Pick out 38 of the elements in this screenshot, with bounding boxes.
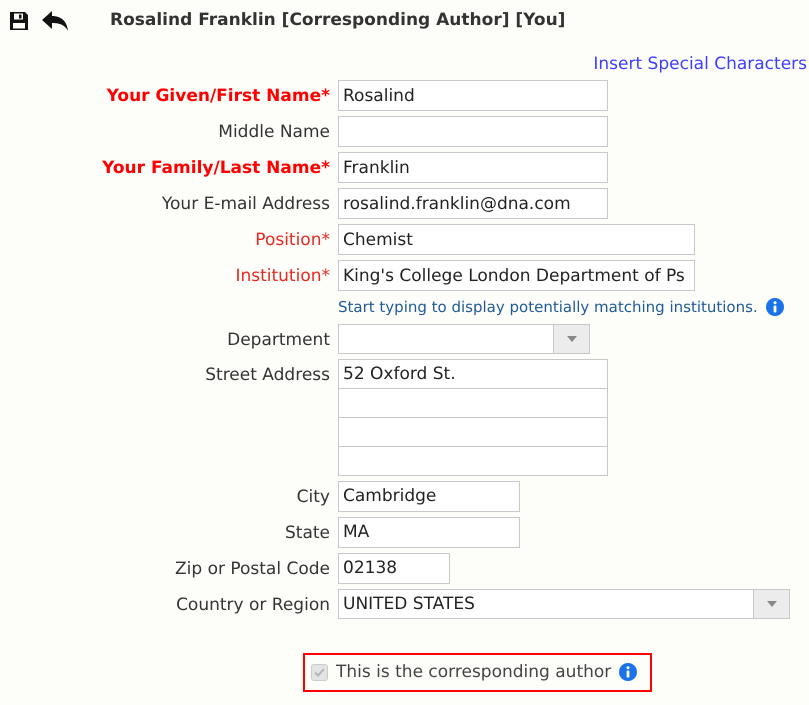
field-label: Country or Region <box>176 594 330 616</box>
input-field[interactable]: 02138 <box>338 552 450 584</box>
input-field[interactable]: Cambridge <box>338 480 520 512</box>
input-field[interactable]: 52 Oxford St. <box>338 358 608 388</box>
reply-arrow-icon[interactable] <box>42 10 68 31</box>
author-title: Rosalind Franklin [Corresponding Author] [You] <box>110 9 566 32</box>
input-field[interactable]: Franklin <box>338 152 608 183</box>
input-field[interactable]: King's College London Department of Ps <box>338 260 695 291</box>
field-label: Your Family/Last Name* <box>102 157 330 180</box>
input-field[interactable] <box>338 416 608 446</box>
save-icon[interactable] <box>8 10 30 32</box>
checkbox-label: This is the corresponding author <box>336 660 612 684</box>
caret-icon <box>566 336 576 342</box>
field-label: Middle Name <box>218 121 330 144</box>
input-field[interactable]: MA <box>338 516 520 548</box>
field-label: Your E-mail Address <box>162 193 330 216</box>
input-field[interactable] <box>338 446 608 476</box>
field-label: Street Address <box>205 364 330 386</box>
insert-special-characters-link[interactable]: Insert Special Characters <box>593 52 807 77</box>
field-label: Position* <box>255 229 330 252</box>
checkmark-icon <box>314 668 325 677</box>
field-label: Your Given/First Name* <box>106 85 330 108</box>
field-label: Department <box>227 328 330 352</box>
caret-icon <box>766 600 776 606</box>
field-label: State <box>285 522 330 544</box>
input-field[interactable] <box>338 388 608 418</box>
info-icon[interactable] <box>619 663 638 682</box>
input-field[interactable]: Rosalind <box>338 80 608 111</box>
dropdown[interactable]: UNITED STATES <box>338 588 790 618</box>
field-label: Zip or Postal Code <box>175 558 330 580</box>
input-field[interactable]: rosalind.franklin@dna.com <box>338 188 608 219</box>
input-field[interactable] <box>338 116 608 147</box>
dropdown[interactable] <box>338 324 590 354</box>
input-field[interactable]: Chemist <box>338 224 695 255</box>
hint-text: Start typing to display potentially matching institutions. <box>338 297 758 318</box>
info-icon[interactable] <box>766 298 784 316</box>
field-label: Institution* <box>235 265 330 288</box>
field-label: City <box>296 486 330 508</box>
